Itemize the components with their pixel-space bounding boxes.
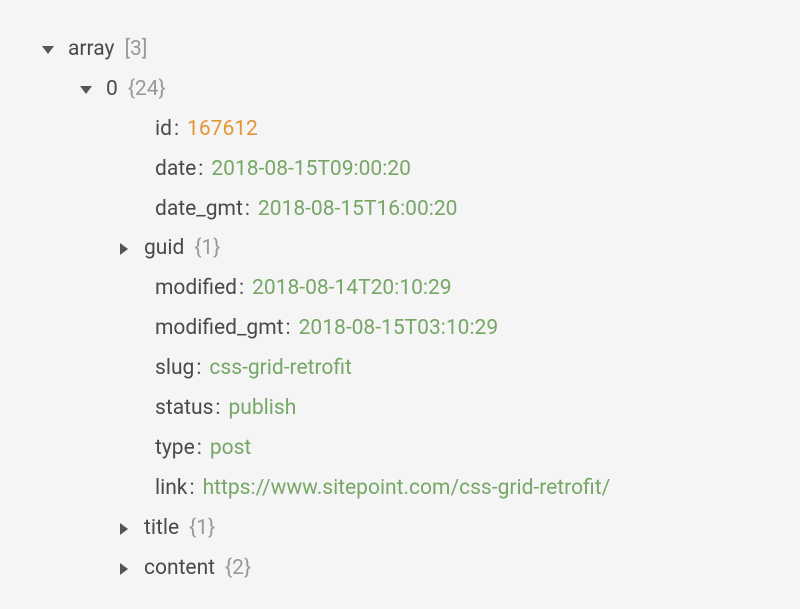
leaf-value: 2018-08-15T16:00:20 bbox=[258, 190, 458, 230]
tree-node-array[interactable]: array [3] bbox=[42, 30, 800, 70]
tree-node-title[interactable]: title {1} bbox=[42, 509, 800, 549]
node-count: {1} bbox=[189, 509, 215, 549]
tree-leaf-date-gmt[interactable]: date_gmt : 2018-08-15T16:00:20 bbox=[42, 190, 800, 230]
node-count: [3] bbox=[124, 30, 147, 70]
json-tree-viewer: array [3] 0 {24} id : 167612 date : 2018… bbox=[42, 30, 800, 588]
colon: : bbox=[198, 150, 203, 190]
leaf-key: modified bbox=[155, 269, 237, 309]
leaf-value: publish bbox=[229, 389, 297, 429]
node-key: content bbox=[144, 549, 215, 589]
node-count: {2} bbox=[225, 549, 251, 589]
colon: : bbox=[245, 190, 250, 230]
leaf-key: status bbox=[155, 389, 213, 429]
leaf-key: link bbox=[155, 469, 187, 509]
colon: : bbox=[196, 349, 201, 389]
colon: : bbox=[215, 389, 220, 429]
node-key: 0 bbox=[106, 70, 118, 110]
tree-node-index-0[interactable]: 0 {24} bbox=[42, 70, 800, 110]
tree-node-guid[interactable]: guid {1} bbox=[42, 229, 800, 269]
tree-leaf-link[interactable]: link : https://www.sitepoint.com/css-gri… bbox=[42, 469, 800, 509]
leaf-value: https://www.sitepoint.com/css-grid-retro… bbox=[203, 469, 611, 509]
chevron-down-icon bbox=[80, 86, 92, 94]
colon: : bbox=[239, 269, 244, 309]
colon: : bbox=[189, 469, 194, 509]
tree-leaf-id[interactable]: id : 167612 bbox=[42, 110, 800, 150]
leaf-key: modified_gmt bbox=[155, 309, 284, 349]
leaf-key: date_gmt bbox=[155, 190, 243, 230]
tree-leaf-date[interactable]: date : 2018-08-15T09:00:20 bbox=[42, 150, 800, 190]
colon: : bbox=[174, 110, 179, 150]
leaf-value: 2018-08-15T03:10:29 bbox=[299, 309, 499, 349]
leaf-key: type bbox=[155, 429, 195, 469]
chevron-down-icon bbox=[42, 46, 54, 54]
chevron-right-icon bbox=[120, 563, 128, 575]
node-key: array bbox=[68, 30, 114, 70]
leaf-value: 2018-08-15T09:00:20 bbox=[211, 150, 411, 190]
leaf-value: css-grid-retrofit bbox=[209, 349, 351, 389]
tree-leaf-status[interactable]: status : publish bbox=[42, 389, 800, 429]
leaf-value: 167612 bbox=[187, 110, 258, 150]
colon: : bbox=[286, 309, 291, 349]
colon: : bbox=[197, 429, 202, 469]
tree-leaf-modified[interactable]: modified : 2018-08-14T20:10:29 bbox=[42, 269, 800, 309]
node-key: title bbox=[144, 509, 179, 549]
leaf-key: date bbox=[155, 150, 196, 190]
chevron-right-icon bbox=[120, 523, 128, 535]
node-key: guid bbox=[144, 229, 184, 269]
leaf-key: slug bbox=[155, 349, 194, 389]
leaf-value: post bbox=[210, 429, 251, 469]
tree-leaf-type[interactable]: type : post bbox=[42, 429, 800, 469]
tree-leaf-slug[interactable]: slug : css-grid-retrofit bbox=[42, 349, 800, 389]
tree-node-content[interactable]: content {2} bbox=[42, 549, 800, 589]
node-count: {1} bbox=[194, 229, 220, 269]
leaf-key: id bbox=[155, 110, 172, 150]
node-count: {24} bbox=[128, 70, 166, 110]
leaf-value: 2018-08-14T20:10:29 bbox=[252, 269, 452, 309]
chevron-right-icon bbox=[120, 243, 128, 255]
tree-leaf-modified-gmt[interactable]: modified_gmt : 2018-08-15T03:10:29 bbox=[42, 309, 800, 349]
